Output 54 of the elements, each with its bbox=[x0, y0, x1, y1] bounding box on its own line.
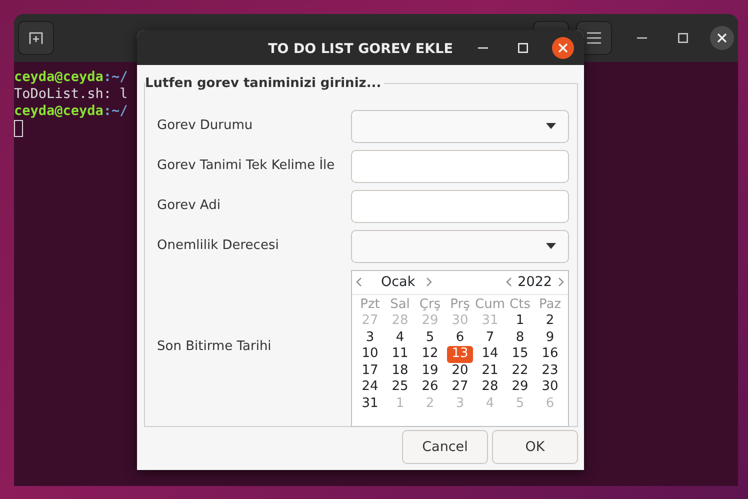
calendar-day[interactable]: 2 bbox=[535, 313, 565, 330]
weekday-label: Cum bbox=[475, 296, 505, 313]
calendar-day[interactable]: 30 bbox=[535, 379, 565, 396]
calendar-day[interactable]: 8 bbox=[505, 330, 535, 346]
calendar-day[interactable]: 21 bbox=[475, 362, 505, 379]
prompt-path: :~/ bbox=[103, 69, 128, 85]
calendar-day[interactable]: 25 bbox=[385, 379, 415, 396]
field-label: Son Bitirme Tarihi bbox=[157, 338, 272, 356]
field-label: Onemlilik Derecesi bbox=[157, 237, 279, 256]
calendar-day[interactable]: 26 bbox=[415, 379, 445, 396]
calendar[interactable]: Ocak 2022 Pzt Sal Çrş Prş Cum Cts Paz 27 28 29 30 31 1 2 3 4 5 6 7 8 9 10 11 12 13 14 15 16 17 18 19 20 21 22 23 24 25 26 27 28 29 30 31 1 2 3 4 5 6 bbox=[351, 270, 569, 426]
calendar-day[interactable]: 17 bbox=[355, 362, 385, 379]
month-label: Ocak bbox=[381, 272, 416, 292]
calendar-day[interactable]: 19 bbox=[415, 362, 445, 379]
dialog-button[interactable]: Cancel bbox=[402, 430, 488, 464]
calendar-day[interactable]: 13 bbox=[447, 346, 473, 362]
calendar-day[interactable]: 31 bbox=[355, 396, 385, 412]
weekday-label: Pzt bbox=[359, 296, 381, 313]
calendar-day[interactable]: 12 bbox=[415, 346, 445, 362]
weekday-label: Çrş bbox=[418, 296, 442, 313]
calendar-day[interactable]: 23 bbox=[535, 362, 565, 379]
weekday-label: Sal bbox=[389, 296, 411, 313]
prompt-user: ceyda@ceyda bbox=[14, 69, 104, 85]
calendar-day[interactable]: 5 bbox=[415, 330, 445, 346]
year-label: 2022 bbox=[518, 272, 552, 292]
terminal-output: ToDoList.sh: l bbox=[14, 86, 128, 103]
weekday-label: Prş bbox=[449, 296, 471, 313]
dialog-title: TO DO LIST GOREV EKLE bbox=[268, 40, 453, 59]
calendar-day[interactable]: 29 bbox=[505, 379, 535, 396]
weekday-label: Paz bbox=[538, 296, 562, 313]
weekday-label: Cts bbox=[508, 296, 532, 313]
calendar-day[interactable]: 27 bbox=[445, 379, 475, 396]
field-label: Gorev Tanimi Tek Kelime İle bbox=[157, 156, 335, 176]
calendar-day[interactable]: 7 bbox=[475, 330, 505, 346]
calendar-day[interactable]: 6 bbox=[445, 330, 475, 346]
prompt-user: ceyda@ceyda bbox=[14, 103, 104, 119]
calendar-day[interactable]: 1 bbox=[505, 313, 535, 330]
calendar-day[interactable]: 10 bbox=[355, 346, 385, 362]
calendar-day[interactable]: 11 bbox=[385, 346, 415, 362]
calendar-day[interactable]: 9 bbox=[535, 330, 565, 346]
calendar-day[interactable]: 20 bbox=[445, 362, 475, 379]
calendar-day[interactable]: 3 bbox=[355, 330, 385, 346]
calendar-day[interactable]: 18 bbox=[385, 362, 415, 379]
calendar-day[interactable]: 15 bbox=[505, 346, 535, 362]
calendar-day[interactable]: 16 bbox=[535, 346, 565, 362]
calendar-day[interactable]: 24 bbox=[355, 379, 385, 396]
calendar-day[interactable]: 28 bbox=[475, 379, 505, 396]
prompt-path: :~/ bbox=[103, 103, 128, 119]
calendar-day[interactable]: 22 bbox=[505, 362, 535, 379]
field-label: Gorev Adi bbox=[157, 197, 220, 216]
calendar-day[interactable]: 4 bbox=[385, 330, 415, 346]
dialog-button[interactable]: OK bbox=[492, 430, 578, 464]
calendar-day[interactable]: 14 bbox=[475, 346, 505, 362]
field-label: Gorev Durumu bbox=[157, 117, 253, 136]
